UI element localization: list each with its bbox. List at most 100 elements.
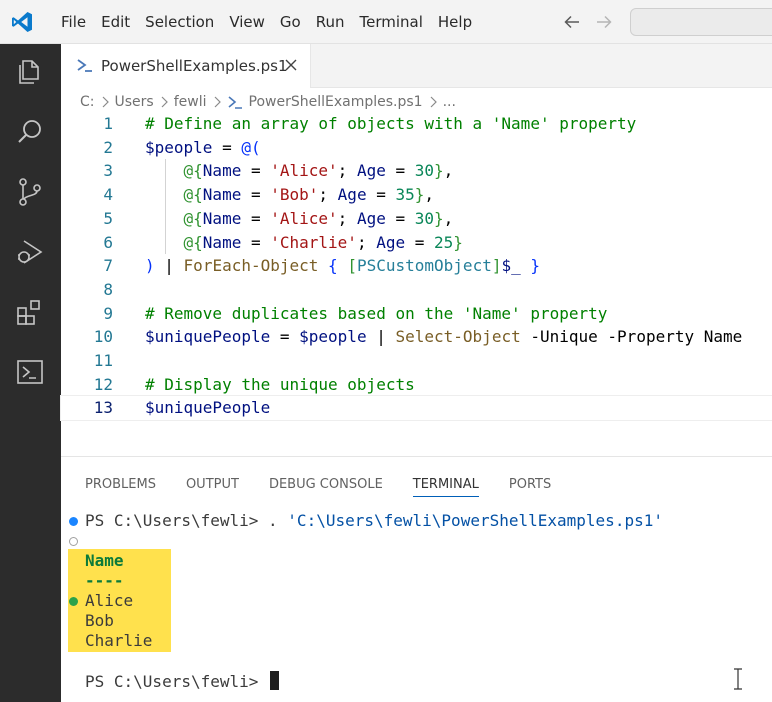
code-token: @{	[145, 161, 203, 181]
line-number: 3	[103, 161, 113, 181]
code-text: $uniquePeople	[145, 396, 270, 420]
code-line[interactable]: 10 $uniquePeople = $people | Select-Objec…	[61, 325, 772, 349]
line-number: 12	[93, 374, 113, 394]
code-text: $people = @(	[145, 136, 261, 160]
code-token: 'Bob'	[270, 185, 319, 205]
code-token: $uniquePeople	[145, 327, 271, 347]
code-token: =	[270, 327, 300, 347]
code-line[interactable]: 4 @{Name = 'Bob'; Age = 35},	[61, 183, 772, 207]
code-token: 30	[414, 208, 435, 228]
code-token: Age	[376, 232, 406, 252]
source-control-icon[interactable]	[14, 176, 46, 208]
terminal-cursor	[270, 671, 280, 690]
menu-file[interactable]: File	[54, 0, 93, 44]
command-empty-icon[interactable]	[69, 537, 78, 546]
code-token: # Define an array of objects with a 'Nam…	[145, 114, 637, 133]
code-token: ,	[443, 161, 454, 181]
code-token: Select-Object	[395, 327, 521, 347]
code-line[interactable]: 11	[61, 349, 772, 373]
chevron-right-icon	[161, 96, 168, 108]
terminal[interactable]: PS C:\Users\fewli> . 'C:\Users\fewli\Pow…	[61, 457, 772, 702]
code-text: @{Name = 'Alice'; Age = 30},	[145, 207, 454, 231]
code-token: }	[453, 232, 463, 252]
code-token: |	[154, 256, 184, 276]
line-number: 8	[103, 279, 113, 299]
code-editor[interactable]: 1 # Define an array of objects with a 'Na…	[60, 112, 772, 450]
command-success-icon[interactable]	[69, 517, 78, 526]
code-token: =	[366, 185, 396, 205]
code-line[interactable]: 7) | ForEach-Object { [PSCustomObject]$_…	[61, 254, 772, 278]
close-icon[interactable]	[283, 57, 299, 73]
code-token: $people	[145, 137, 213, 157]
code-token: ForEach-Object	[183, 256, 319, 276]
menu-go[interactable]: Go	[273, 0, 308, 44]
code-token: =	[385, 161, 415, 181]
breadcrumb-file[interactable]: PowerShellExamples.ps1	[249, 94, 423, 110]
code-line[interactable]: 1 # Define an array of objects with a 'Na…	[61, 112, 772, 136]
code-text: @{Name = 'Alice'; Age = 30},	[145, 159, 454, 183]
line-number: 5	[103, 208, 113, 228]
line-number: 9	[103, 303, 113, 323]
text-cursor-icon	[734, 668, 742, 690]
code-token: Name	[202, 161, 242, 181]
menu-view[interactable]: View	[222, 0, 272, 44]
activity-bar	[0, 44, 61, 702]
code-token: =	[385, 208, 415, 228]
powershell-file-icon	[227, 96, 242, 109]
code-token: =	[212, 137, 242, 157]
code-token: @{	[145, 208, 203, 228]
code-token: Age	[337, 185, 367, 205]
code-line[interactable]: 9 # Remove duplicates based on the 'Name'…	[61, 302, 772, 326]
menu-terminal[interactable]: Terminal	[353, 0, 430, 44]
breadcrumb-drive[interactable]: C:	[80, 94, 95, 110]
code-text: # Define an array of objects with a 'Nam…	[145, 112, 636, 136]
menu-edit[interactable]: Edit	[94, 0, 137, 44]
back-arrow-icon[interactable]	[560, 10, 584, 34]
code-line[interactable]: 5 @{Name = 'Alice'; Age = 30},	[61, 207, 772, 231]
powershell-file-icon	[77, 59, 92, 72]
command-marker-icon[interactable]	[69, 597, 78, 606]
forward-arrow-icon[interactable]	[592, 10, 616, 34]
menu-help[interactable]: Help	[431, 0, 479, 44]
code-text: # Remove duplicates based on the 'Name' …	[145, 302, 607, 326]
code-token: # Display the unique objects	[145, 374, 415, 394]
editor-tab-bar: PowerShellExamples.ps1	[61, 44, 772, 88]
breadcrumb-symbols[interactable]: ...	[443, 94, 456, 110]
tab-powershell-examples[interactable]: PowerShellExamples.ps1	[61, 44, 311, 88]
menu-bar: File Edit Selection View Go Run Terminal…	[54, 0, 480, 44]
code-line[interactable]: 2 $people = @(	[61, 136, 772, 160]
code-token: =	[405, 232, 435, 252]
breadcrumb-fewli[interactable]: fewli	[174, 94, 207, 110]
line-number: 6	[103, 232, 113, 252]
output-header-underline: ----	[85, 571, 124, 590]
code-token: $people	[299, 327, 367, 347]
code-line[interactable]: 3 @{Name = 'Alice'; Age = 30},	[61, 159, 772, 183]
code-token: 'Charlie'	[270, 232, 357, 252]
vscode-logo-icon[interactable]	[10, 10, 34, 34]
powershell-icon[interactable]	[14, 356, 46, 388]
command-center-search[interactable]	[630, 8, 772, 36]
code-token: |	[366, 327, 396, 347]
code-token: $_	[501, 256, 521, 276]
code-token: )	[145, 256, 155, 276]
run-debug-icon[interactable]	[14, 236, 46, 268]
code-token: [	[347, 256, 357, 276]
extensions-icon[interactable]	[14, 296, 46, 328]
code-token: ;	[356, 232, 377, 252]
code-token: -Unique -Property Name	[520, 327, 743, 347]
menu-selection[interactable]: Selection	[138, 0, 221, 44]
code-token: =	[241, 161, 271, 181]
explorer-icon[interactable]	[14, 56, 46, 88]
code-line[interactable]: 13 $uniquePeople	[60, 395, 772, 422]
code-token: 25	[434, 232, 454, 252]
output-row: Alice	[85, 591, 134, 610]
title-bar: File Edit Selection View Go Run Terminal…	[0, 0, 772, 44]
menu-run[interactable]: Run	[309, 0, 352, 44]
code-line[interactable]: 8	[61, 278, 772, 302]
code-text: ) | ForEach-Object { [PSCustomObject]$_ …	[145, 254, 540, 278]
code-line[interactable]: 6 @{Name = 'Charlie'; Age = 25}	[61, 231, 772, 255]
breadcrumb-users[interactable]: Users	[115, 94, 154, 110]
code-line[interactable]: 12 # Display the unique objects	[61, 373, 772, 397]
search-icon[interactable]	[14, 116, 46, 148]
code-token: ,	[443, 208, 454, 228]
